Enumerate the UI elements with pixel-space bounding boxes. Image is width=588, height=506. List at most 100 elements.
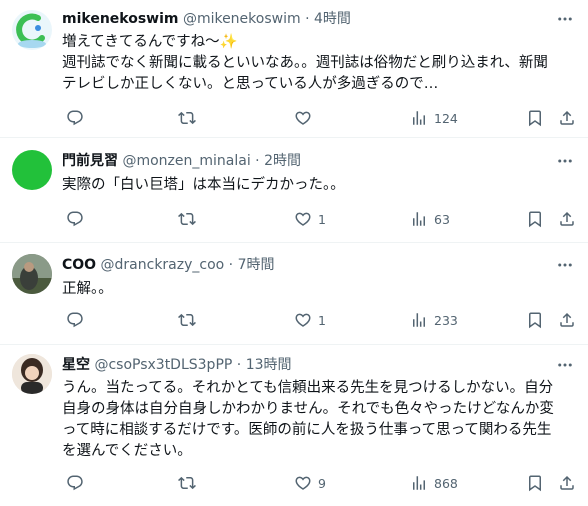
views-button[interactable]: 124 — [410, 108, 458, 128]
timestamp[interactable]: 7時間 — [238, 257, 275, 273]
tweet-text: 実際の「白い巨塔」は本当にデカかった。。 — [62, 175, 578, 196]
retweet-button[interactable] — [178, 310, 202, 330]
separator: · — [232, 357, 246, 373]
bar-chart-icon — [410, 474, 428, 492]
display-name[interactable]: 門前見習 — [62, 153, 118, 169]
heart-icon — [294, 474, 312, 492]
tweet-text: 増えてきてるんですね〜✨ 週刊誌でなく新聞に載るといいなあ。。週刊誌は俗物だと刷… — [62, 32, 578, 95]
reply-button[interactable] — [66, 209, 90, 229]
reply-button[interactable] — [66, 310, 90, 330]
separator: · — [250, 153, 265, 169]
avatar[interactable] — [12, 354, 52, 394]
more-options-icon[interactable] — [556, 356, 574, 374]
like-count: 1 — [318, 211, 326, 227]
view-count: 63 — [434, 211, 450, 227]
like-count: 9 — [318, 475, 326, 491]
separator: · — [224, 257, 238, 273]
view-count: 124 — [434, 110, 458, 126]
share-button[interactable] — [558, 473, 576, 493]
retweet-button[interactable] — [178, 473, 202, 493]
timestamp[interactable]: 4時間 — [314, 11, 351, 27]
text-line: 増えてきてるんですね〜✨ — [62, 34, 238, 50]
tweet-text: 正解。。 — [62, 279, 578, 300]
reply-button[interactable] — [66, 108, 90, 128]
share-icon — [558, 210, 576, 228]
text-line: を選んでください。 — [62, 443, 192, 459]
heart-icon — [294, 210, 312, 228]
display-name[interactable]: COO — [62, 257, 96, 273]
action-bar: 9 868 — [62, 473, 578, 493]
view-count: 233 — [434, 312, 458, 328]
text-line: 正解。。 — [62, 281, 113, 297]
share-button[interactable] — [558, 209, 576, 229]
retweet-icon — [178, 210, 196, 228]
bookmark-icon — [526, 311, 544, 329]
text-line: って時に相談するだけです。医師の前に人を扱う仕事って思って関わる先生 — [62, 422, 552, 438]
text-line: テレビしか正しくない。と思っている人が多過ぎるので… — [62, 76, 439, 92]
like-count: 1 — [318, 312, 326, 328]
avatar[interactable] — [12, 10, 52, 50]
avatar-logo-icon — [12, 10, 52, 50]
avatar-photo-icon — [12, 254, 52, 294]
like-button[interactable] — [294, 108, 318, 128]
tweet-header: 星空 @csoPsx3tDLS3pPP · 13時間 — [62, 355, 292, 375]
bookmark-button[interactable] — [526, 310, 544, 330]
tweet-header: COO @dranckrazy_coo · 7時間 — [62, 255, 275, 275]
heart-icon — [294, 311, 312, 329]
timestamp[interactable]: 13時間 — [246, 357, 292, 373]
views-button[interactable]: 868 — [410, 473, 458, 493]
tweet-2[interactable]: 門前見習 @monzen_minalai · 2時間 実際の「白い巨塔」は本当に… — [0, 138, 588, 243]
retweet-icon — [178, 109, 196, 127]
action-bar: 1 63 — [62, 209, 578, 229]
tweet-1[interactable]: mikenekoswim @mikenekoswim · 4時間 増えてきてるん… — [0, 0, 588, 138]
handle[interactable]: @csoPsx3tDLS3pPP — [94, 357, 232, 373]
bar-chart-icon — [410, 210, 428, 228]
display-name[interactable]: mikenekoswim — [62, 11, 178, 27]
bookmark-button[interactable] — [526, 108, 544, 128]
view-count: 868 — [434, 475, 458, 491]
bookmark-button[interactable] — [526, 473, 544, 493]
text-line: 自身の身体は自分自身しかわかりません。それでも色々やったけどなんか変 — [62, 401, 554, 417]
bar-chart-icon — [410, 311, 428, 329]
more-options-icon[interactable] — [556, 152, 574, 170]
avatar[interactable] — [12, 150, 52, 190]
heart-icon — [294, 109, 312, 127]
views-button[interactable]: 63 — [410, 209, 450, 229]
views-button[interactable]: 233 — [410, 310, 458, 330]
handle[interactable]: @monzen_minalai — [122, 153, 250, 169]
retweet-button[interactable] — [178, 209, 202, 229]
like-button[interactable]: 1 — [294, 310, 326, 330]
reply-icon — [66, 311, 84, 329]
reply-icon — [66, 474, 84, 492]
display-name[interactable]: 星空 — [62, 357, 90, 373]
more-options-icon[interactable] — [556, 256, 574, 274]
more-options-icon[interactable] — [556, 10, 574, 28]
bookmark-button[interactable] — [526, 209, 544, 229]
like-button[interactable]: 9 — [294, 473, 326, 493]
share-icon — [558, 311, 576, 329]
avatar-photo-icon — [12, 354, 52, 394]
text-line: 週刊誌でなく新聞に載るといいなあ。。週刊誌は俗物だと刷り込まれ、新聞 — [62, 55, 548, 71]
retweet-icon — [178, 474, 196, 492]
share-icon — [558, 474, 576, 492]
action-bar: 1 233 — [62, 310, 578, 330]
retweet-button[interactable] — [178, 108, 202, 128]
text-line: うん。当たってる。それかとても信頼出来る先生を見つけるしかない。自分 — [62, 380, 554, 396]
reply-icon — [66, 210, 84, 228]
share-button[interactable] — [558, 108, 576, 128]
handle[interactable]: @mikenekoswim — [183, 11, 301, 27]
reply-button[interactable] — [66, 473, 90, 493]
handle[interactable]: @dranckrazy_coo — [101, 257, 225, 273]
bookmark-icon — [526, 109, 544, 127]
tweet-header: 門前見習 @monzen_minalai · 2時間 — [62, 151, 301, 171]
tweet-header: mikenekoswim @mikenekoswim · 4時間 — [62, 9, 351, 29]
retweet-icon — [178, 311, 196, 329]
tweet-4[interactable]: 星空 @csoPsx3tDLS3pPP · 13時間 うん。当たってる。それかと… — [0, 345, 588, 506]
bar-chart-icon — [410, 109, 428, 127]
action-bar: 124 — [62, 108, 578, 128]
timestamp[interactable]: 2時間 — [264, 153, 301, 169]
like-button[interactable]: 1 — [294, 209, 326, 229]
tweet-3[interactable]: COO @dranckrazy_coo · 7時間 正解。。 1 233 — [0, 243, 588, 345]
avatar[interactable] — [12, 254, 52, 294]
share-button[interactable] — [558, 310, 576, 330]
